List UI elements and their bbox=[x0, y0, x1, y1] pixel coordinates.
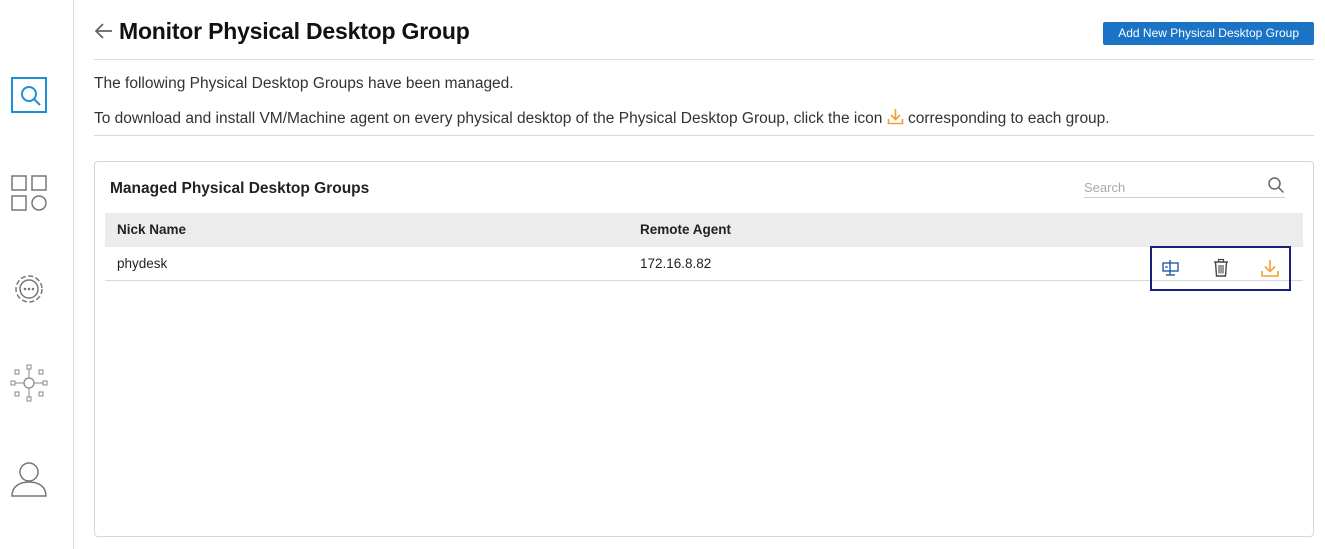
grid-icon[interactable] bbox=[8, 172, 50, 214]
info-suffix: corresponding to each group. bbox=[907, 110, 1110, 127]
page-header: Monitor Physical Desktop Group Add New P… bbox=[94, 15, 1314, 60]
divider bbox=[94, 135, 1314, 136]
download-icon bbox=[887, 108, 904, 125]
cell-nick-name: phydesk bbox=[117, 256, 168, 271]
search-input[interactable] bbox=[1084, 178, 1259, 196]
page-title: Monitor Physical Desktop Group bbox=[119, 18, 470, 44]
table-header: Nick Name Remote Agent bbox=[105, 213, 1303, 247]
info-text: The following Physical Desktop Groups ha… bbox=[94, 75, 514, 92]
info-text-download: To download and install VM/Machine agent… bbox=[94, 108, 1110, 128]
back-arrow-icon[interactable] bbox=[94, 21, 114, 41]
sidebar bbox=[0, 0, 74, 549]
user-icon[interactable] bbox=[8, 458, 50, 500]
add-group-button[interactable]: Add New Physical Desktop Group bbox=[1103, 22, 1314, 45]
settings-icon[interactable] bbox=[8, 268, 50, 310]
info-prefix: To download and install VM/Machine agent… bbox=[94, 110, 883, 127]
network-icon[interactable] bbox=[8, 362, 50, 404]
column-header-remote-agent[interactable]: Remote Agent bbox=[640, 222, 731, 237]
delete-icon[interactable] bbox=[1211, 258, 1231, 278]
manage-icon[interactable] bbox=[1161, 258, 1181, 278]
download-agent-icon[interactable] bbox=[1260, 258, 1280, 278]
table-row[interactable]: phydesk 172.16.8.82 bbox=[105, 246, 1303, 291]
cell-remote-agent: 172.16.8.82 bbox=[640, 256, 712, 271]
groups-table: Nick Name Remote Agent phydesk 172.16.8.… bbox=[105, 213, 1303, 291]
column-header-nick-name[interactable]: Nick Name bbox=[117, 222, 186, 237]
search-icon[interactable] bbox=[1267, 176, 1285, 194]
panel-title: Managed Physical Desktop Groups bbox=[110, 180, 370, 197]
search-box bbox=[1084, 176, 1285, 198]
groups-panel: Managed Physical Desktop Groups Nick Nam… bbox=[94, 161, 1314, 537]
monitor-icon[interactable] bbox=[8, 76, 50, 118]
row-actions bbox=[1150, 246, 1291, 291]
